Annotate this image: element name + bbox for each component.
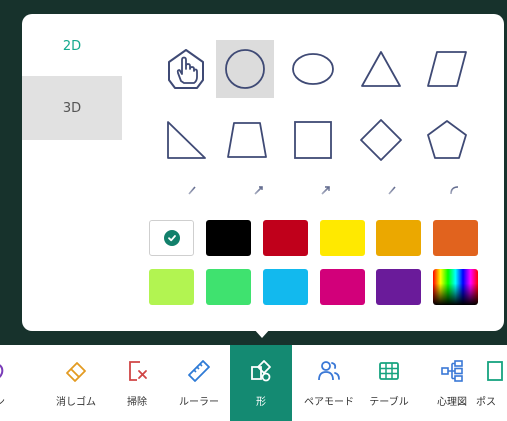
shape-circle[interactable] [216, 40, 274, 98]
color-magenta[interactable] [320, 269, 365, 305]
shape-triangle[interactable] [352, 40, 410, 98]
panel-pointer [253, 328, 271, 338]
mind-map-icon [441, 360, 463, 382]
selected-check-icon [163, 230, 180, 246]
shape-right-triangle[interactable] [157, 111, 215, 169]
shape-trapezoid[interactable] [218, 111, 276, 169]
bottom-toolbar: ン 消しゴム 掃除 ルーラー 形 ペ [0, 345, 507, 421]
tool-eraser-label: 消しゴム [56, 397, 96, 408]
color-lime[interactable] [149, 269, 194, 305]
tool-shape-label: 形 [256, 397, 266, 408]
color-red[interactable] [263, 220, 308, 256]
color-yellow[interactable] [320, 220, 365, 256]
tab-3d-label: 3D [62, 100, 82, 116]
color-spectrum-picker[interactable] [433, 269, 478, 305]
table-icon [379, 362, 399, 380]
tool-poster-label: ポス [476, 397, 496, 408]
scroll-fade [132, 184, 504, 202]
tool-poster[interactable]: ポス [474, 345, 507, 421]
shape-pentagon[interactable] [418, 111, 476, 169]
tab-2d[interactable]: 2D [22, 14, 122, 78]
circle-icon [225, 49, 265, 89]
color-white[interactable] [149, 220, 194, 256]
color-amber[interactable] [376, 220, 421, 256]
color-orange[interactable] [433, 220, 478, 256]
tool-table[interactable]: テーブル [358, 345, 420, 421]
square-icon [294, 121, 332, 159]
trapezoid-icon [227, 122, 267, 158]
color-sky-blue[interactable] [263, 269, 308, 305]
tool-ruler-label: ルーラー [179, 397, 219, 408]
tool-shape[interactable]: 形 [230, 345, 292, 421]
tool-table-label: テーブル [369, 397, 409, 408]
poster-icon [487, 361, 503, 381]
shape-diamond[interactable] [352, 111, 410, 169]
tool-pair-mode[interactable]: ペアモード [298, 345, 360, 421]
shape-ellipse[interactable] [284, 40, 342, 98]
tab-2d-label: 2D [62, 38, 82, 54]
color-purple[interactable] [376, 269, 421, 305]
shapes-icon [251, 360, 271, 382]
clear-page-icon [129, 361, 147, 381]
eraser-icon [66, 362, 86, 382]
tool-ruler[interactable]: ルーラー [168, 345, 230, 421]
shape-square[interactable] [284, 111, 342, 169]
color-green[interactable] [206, 269, 251, 305]
right-triangle-icon [167, 121, 206, 159]
hand-pointer-pentagon-icon [168, 49, 204, 89]
parallelogram-icon [427, 51, 467, 87]
tab-3d[interactable]: 3D [22, 76, 122, 140]
diamond-icon [360, 119, 402, 161]
tool-eraser[interactable]: 消しゴム [45, 345, 107, 421]
triangle-icon [361, 51, 401, 87]
tool-clear-label: 掃除 [127, 397, 147, 408]
shape-hand-pentagon[interactable] [157, 40, 215, 98]
pen-icon [0, 364, 4, 378]
shape-panel: 2D 3D [22, 14, 504, 331]
ruler-icon [188, 360, 210, 382]
pair-users-icon [318, 361, 340, 381]
pentagon-icon [427, 120, 467, 159]
ellipse-icon [292, 53, 334, 85]
tool-pen[interactable]: ン [0, 345, 31, 421]
shape-parallelogram[interactable] [418, 40, 476, 98]
tool-pen-label: ン [0, 393, 31, 408]
tool-clear[interactable]: 掃除 [106, 345, 168, 421]
color-black[interactable] [206, 220, 251, 256]
tool-pair-mode-label: ペアモード [304, 397, 354, 408]
